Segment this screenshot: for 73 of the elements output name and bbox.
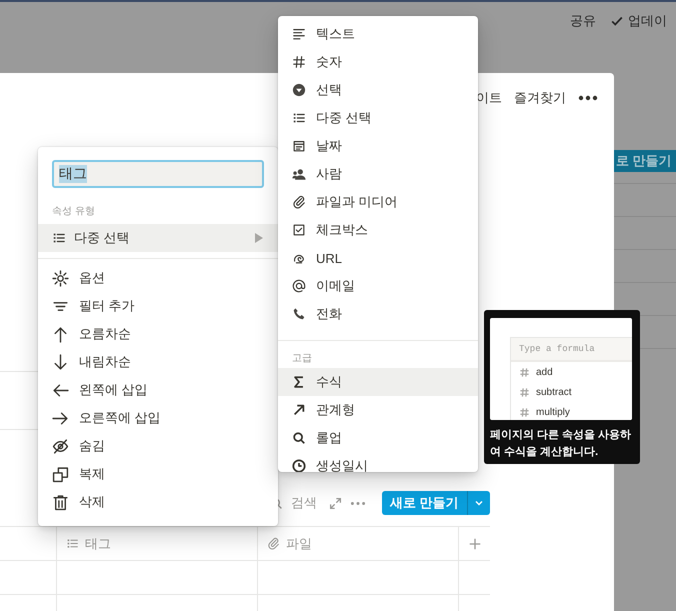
menu-item[interactable]: 생성일시 <box>278 452 478 472</box>
menu-item[interactable]: URL <box>278 244 478 272</box>
menu-item[interactable]: 이메일 <box>278 272 478 300</box>
name-field[interactable]: 태그 <box>52 160 264 188</box>
header-action[interactable]: 이트 <box>476 89 502 107</box>
menu-item[interactable]: 사람 <box>278 160 478 188</box>
paperclip-icon <box>292 195 306 209</box>
tooltip-text: 페이지의 다른 속성을 사용하여 수식을 계산합니다. <box>490 428 632 460</box>
diagonal-arrow-icon <box>292 403 306 417</box>
hash-icon <box>519 386 530 398</box>
sigma-icon <box>292 375 306 389</box>
menu-item[interactable]: 롤업 <box>278 424 478 452</box>
at-sign-icon <box>292 279 306 293</box>
menu-item[interactable]: 파일과 미디어 <box>278 188 478 216</box>
menu-item[interactable]: 숫자 <box>278 48 478 76</box>
menu-item[interactable]: 왼쪽에 삽입 <box>38 376 278 404</box>
arrow-down-icon <box>52 354 69 370</box>
menu-item[interactable]: 오름차순 <box>38 320 278 348</box>
list-icon <box>292 111 306 125</box>
trash-icon <box>52 494 69 510</box>
search-icon <box>292 431 306 445</box>
menu-item[interactable]: 복제 <box>38 460 278 488</box>
calendar-icon <box>292 139 306 153</box>
menu-item[interactable]: 수식 <box>278 368 478 396</box>
hash-icon <box>292 55 306 69</box>
gear-icon <box>52 270 69 286</box>
eye-slash-icon <box>52 438 69 454</box>
menu-item[interactable]: 오른쪽에 삽입 <box>38 404 278 432</box>
menu-item[interactable]: 옵션 <box>38 264 278 292</box>
arrow-left-icon <box>52 382 69 398</box>
function-name: multiply <box>536 406 570 418</box>
menu-item[interactable]: 숨김 <box>38 432 278 460</box>
menu-item[interactable]: 다중 선택 <box>278 104 478 132</box>
person-icon <box>292 167 306 181</box>
section-label: 속성 유형 <box>51 205 96 219</box>
menu-item[interactable]: 체크박스 <box>278 216 478 244</box>
add-icon[interactable] <box>468 536 482 550</box>
menu-item[interactable]: 날짜 <box>278 132 478 160</box>
property-type-item[interactable]: 다중 선택 <box>38 224 278 252</box>
menu-item[interactable]: 필터 추가 <box>38 292 278 320</box>
lines-icon <box>292 27 306 41</box>
clock-icon <box>292 459 306 472</box>
header-action[interactable]: 즐겨찾기 <box>514 89 566 107</box>
phone-icon <box>292 307 306 321</box>
checkbox-icon <box>292 223 306 237</box>
menu-item[interactable]: 전화 <box>278 300 478 328</box>
column-label: 태그 <box>85 534 111 552</box>
arrow-right-icon <box>52 410 69 426</box>
list-icon <box>52 231 66 245</box>
menu-item[interactable]: 삭제 <box>38 488 278 516</box>
dropdown-button[interactable] <box>466 491 490 515</box>
hash-icon <box>519 366 530 378</box>
menu-item[interactable]: 관계형 <box>278 396 478 424</box>
check-icon <box>610 14 624 28</box>
update-label: 업데이 <box>628 12 667 30</box>
submenu-arrow-icon <box>254 232 264 244</box>
menu-item[interactable]: 선택 <box>278 76 478 104</box>
duplicate-icon <box>52 466 69 482</box>
more-icon[interactable] <box>578 95 598 101</box>
menu-item[interactable]: 텍스트 <box>278 20 478 48</box>
dropdown-circle-icon <box>292 83 306 97</box>
list-icon <box>66 537 79 550</box>
column-label: 파일 <box>286 534 312 552</box>
expand-icon[interactable] <box>329 496 342 510</box>
menu-item[interactable]: 내림차순 <box>38 348 278 376</box>
function-name: subtract <box>536 386 572 398</box>
arrow-up-icon <box>52 326 69 342</box>
function-name: add <box>536 366 553 378</box>
section-label: 고급 <box>291 352 313 366</box>
share-link[interactable]: 공유 <box>566 12 600 30</box>
paperclip-icon <box>267 537 280 550</box>
hash-icon <box>519 406 530 418</box>
update-link[interactable]: 업데이 <box>610 12 667 30</box>
